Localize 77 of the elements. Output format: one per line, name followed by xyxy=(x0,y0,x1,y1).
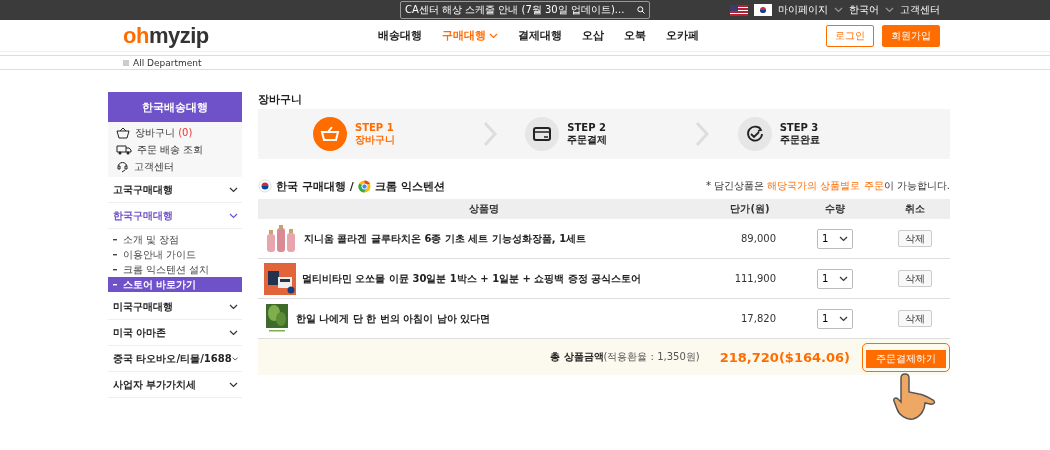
submenu-item[interactable]: 소개 및 장점 xyxy=(108,232,242,247)
search-icon xyxy=(637,6,645,14)
quantity-select[interactable]: 1 xyxy=(817,268,853,289)
column-header: 취소 xyxy=(904,202,926,216)
quantity-select[interactable]: 1 xyxy=(817,308,853,329)
credit-card-icon xyxy=(533,127,552,141)
flag-icon xyxy=(258,179,272,193)
notice-text: * 담긴상품은 해당국가의 상품별로 주문이 가능합니다. xyxy=(705,179,950,193)
total-amount: 218,720($164.06) xyxy=(719,349,850,365)
notice-search-bar[interactable]: CA센터 해상 스케줄 안내 (7월 30일 업데이트)... xyxy=(400,1,650,19)
chevron-right-icon xyxy=(483,121,497,147)
breadcrumb[interactable]: All Department xyxy=(133,57,202,68)
submenu-item[interactable]: 이용안내 가이드 xyxy=(108,247,242,262)
sidebar-title: 한국배송대행 xyxy=(108,92,242,122)
price-cell-text: 17,820 xyxy=(740,313,777,324)
square-icon xyxy=(123,59,129,66)
section-title: 한국 구매대행 / xyxy=(276,178,354,194)
sidebar-menu-item[interactable]: 중국 타오바오/티몰/1688 xyxy=(108,346,242,372)
page-title: 장바구니 xyxy=(258,92,303,108)
basket-icon xyxy=(116,126,130,139)
sidebar-menu-item[interactable]: 고국구매대행 xyxy=(108,177,242,203)
quick-link[interactable]: 장바구니 (0) xyxy=(135,125,193,140)
chevron-down-icon xyxy=(229,303,238,310)
chrome-icon xyxy=(357,179,371,193)
delete-button[interactable]: 삭제 xyxy=(898,270,932,287)
quantity-select[interactable]: 1 xyxy=(817,228,853,249)
quick-link[interactable]: 주문 배송 조회 xyxy=(137,142,204,157)
chevron-down-icon xyxy=(229,186,238,193)
product-name[interactable]: 멀티비타민 오쏘몰 이뮨 30일분 1박스 + 1일분 + 쇼핑백 증정 공식스토어 xyxy=(302,271,642,286)
nav-link[interactable]: 오삽 xyxy=(582,28,604,43)
price-cell-text: 89,000 xyxy=(740,233,777,244)
chevron-down-icon xyxy=(231,355,238,362)
submenu-item[interactable]: 스토어 바로가기 xyxy=(108,277,242,292)
headset-icon xyxy=(116,160,129,173)
column-header: 단가(원) xyxy=(729,202,771,216)
section-subtitle: 크롬 익스텐션 xyxy=(374,178,445,194)
chevron-right-icon xyxy=(695,121,710,147)
dash-icon xyxy=(113,238,117,241)
price-cell-text: 111,900 xyxy=(733,273,777,284)
top-link[interactable]: 마이페이지 xyxy=(778,3,828,17)
chevron-down-icon xyxy=(839,275,848,282)
sidebar-menu-item[interactable]: 사업자 부가가치세 xyxy=(108,372,242,398)
top-link[interactable]: 한국어 xyxy=(849,3,879,17)
chevron-down-icon xyxy=(839,315,848,322)
step-label: STEP 2 주문결제 xyxy=(567,122,608,146)
step-label: STEP 1 장바구니 xyxy=(355,122,395,146)
logo[interactable]: ohmyzip xyxy=(123,22,263,49)
basket-icon xyxy=(320,126,340,142)
nav-link[interactable]: 배송대행 xyxy=(378,28,422,43)
delete-button[interactable]: 삭제 xyxy=(898,230,932,247)
total-label: 총 상품금액 xyxy=(550,350,604,364)
step-label: STEP 3 주문완료 xyxy=(779,122,820,146)
top-link[interactable]: 고객센터 xyxy=(900,3,940,17)
sidebar-menu-item[interactable]: 미국구매대행 xyxy=(108,294,242,320)
column-header: 상품명 xyxy=(468,202,500,216)
exchange-rate: (적용환율 : 1,350원) xyxy=(603,350,700,364)
product-name[interactable]: 지니움 콜라겐 글루타치온 6종 기초 세트 기능성화장품, 1세트 xyxy=(304,231,587,246)
chevron-down-icon xyxy=(229,381,238,388)
nav-link[interactable]: 결제대행 xyxy=(518,28,562,43)
chevron-down-icon xyxy=(229,329,238,336)
submenu-item[interactable]: 크롬 익스텐션 설치 xyxy=(108,262,242,277)
nav-link[interactable]: 오북 xyxy=(624,28,646,43)
nav-link[interactable]: 오카페 xyxy=(666,28,699,43)
truck-icon xyxy=(116,144,132,155)
quick-link[interactable]: 고객센터 xyxy=(134,159,174,174)
flag-icon[interactable] xyxy=(730,4,748,16)
sidebar-menu-item[interactable]: 미국 아마존 xyxy=(108,320,242,346)
flag-icon[interactable] xyxy=(754,4,772,16)
chevron-down-icon xyxy=(839,235,848,242)
dash-icon xyxy=(113,283,117,286)
dash-icon xyxy=(113,253,117,256)
column-header: 수량 xyxy=(824,202,846,216)
delete-button[interactable]: 삭제 xyxy=(898,310,932,327)
sidebar-menu-item[interactable]: 한국구매대행 xyxy=(108,203,242,229)
dash-icon xyxy=(113,268,117,271)
chevron-down-icon xyxy=(229,212,238,219)
product-name[interactable]: 한일 나에게 단 한 번의 아침이 남아 있다면 xyxy=(296,311,491,326)
